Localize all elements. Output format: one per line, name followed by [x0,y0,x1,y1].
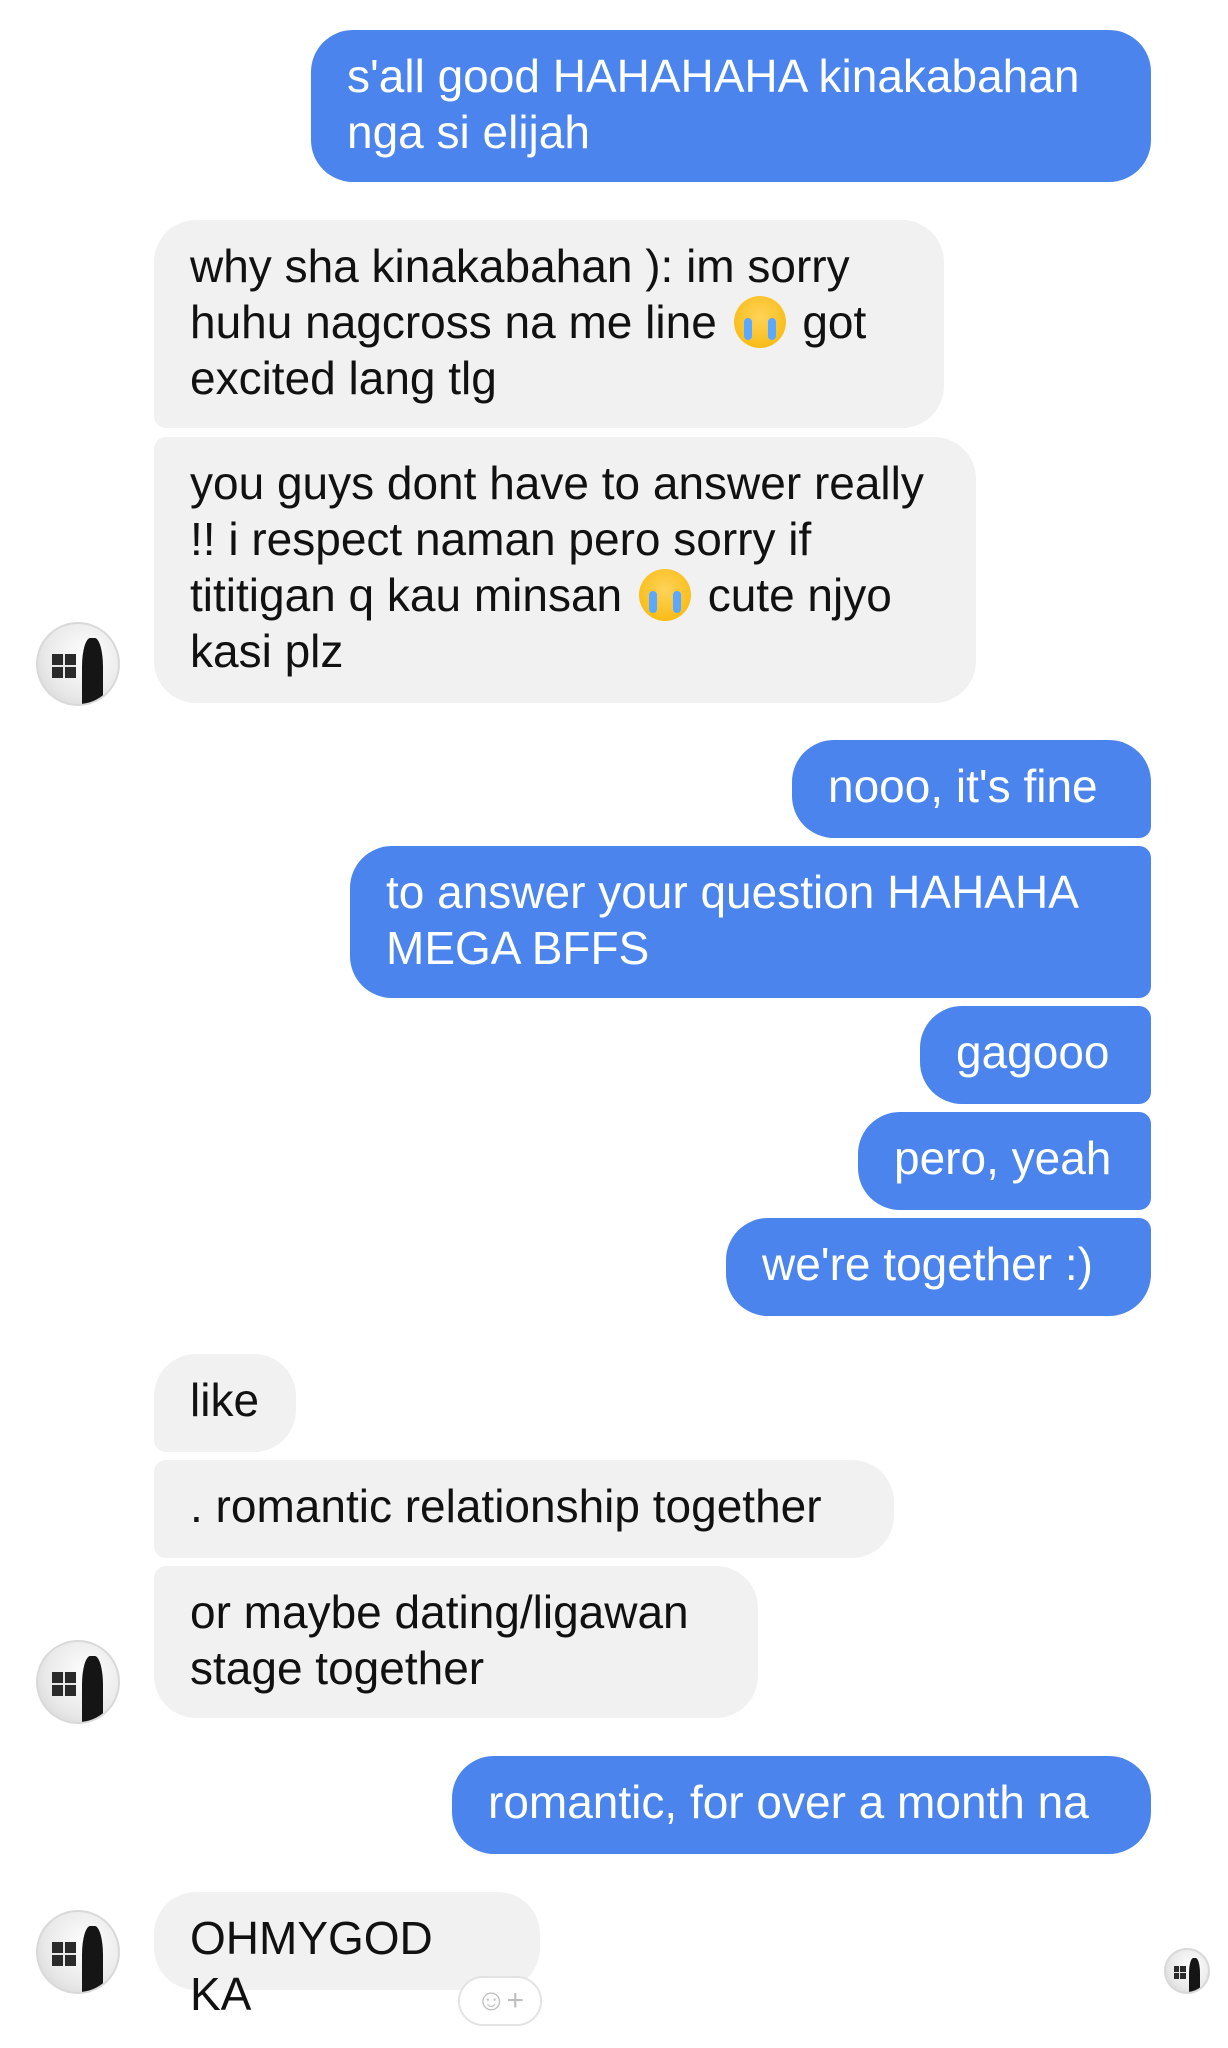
message-text: . romantic relationship together [190,1480,822,1532]
message-text: to answer your question HAHAHA MEGA BFFS [386,866,1077,974]
contact-avatar[interactable] [36,622,120,706]
message-text: or maybe dating/ligawan stage together [190,1586,689,1694]
message-bubble-incoming[interactable]: . romantic relationship together [154,1460,894,1558]
message-text: gagooo [956,1026,1110,1078]
message-text: romantic, for over a month na [488,1776,1089,1828]
message-bubble-incoming[interactable]: why sha kinakabahan ): im sorry huhu nag… [154,220,944,428]
read-receipt-avatar [1164,1948,1210,1994]
message-bubble-outgoing[interactable]: nooo, it's fine [792,740,1151,838]
message-text: we're together :) [762,1238,1093,1290]
message-bubble-incoming[interactable]: you guys dont have to answer really !! i… [154,437,976,703]
message-text: s'all good HAHAHAHA kinakabahan nga si e… [347,50,1080,158]
message-bubble-incoming[interactable]: or maybe dating/ligawan stage together [154,1566,758,1718]
message-text: OHMYGOD KA [190,1912,433,2020]
message-text: like [190,1374,260,1426]
message-bubble-outgoing[interactable]: romantic, for over a month na [452,1756,1151,1854]
message-bubble-outgoing[interactable]: pero, yeah [858,1112,1151,1210]
message-bubble-incoming[interactable]: like [154,1354,296,1452]
contact-avatar[interactable] [36,1640,120,1724]
crying-face-emoji [733,296,786,348]
message-text: nooo, it's fine [828,760,1098,812]
add-reaction-button[interactable]: ☺+ [458,1976,542,2026]
message-bubble-outgoing[interactable]: we're together :) [726,1218,1151,1316]
message-bubble-outgoing[interactable]: to answer your question HAHAHA MEGA BFFS [350,846,1151,998]
message-text: pero, yeah [894,1132,1112,1184]
message-bubble-outgoing[interactable]: gagooo [920,1006,1151,1104]
contact-avatar[interactable] [36,1910,120,1994]
add-reaction-icon: ☺+ [475,1984,525,2017]
message-bubble-outgoing[interactable]: s'all good HAHAHAHA kinakabahan nga si e… [311,30,1151,182]
crying-face-emoji [638,569,691,621]
